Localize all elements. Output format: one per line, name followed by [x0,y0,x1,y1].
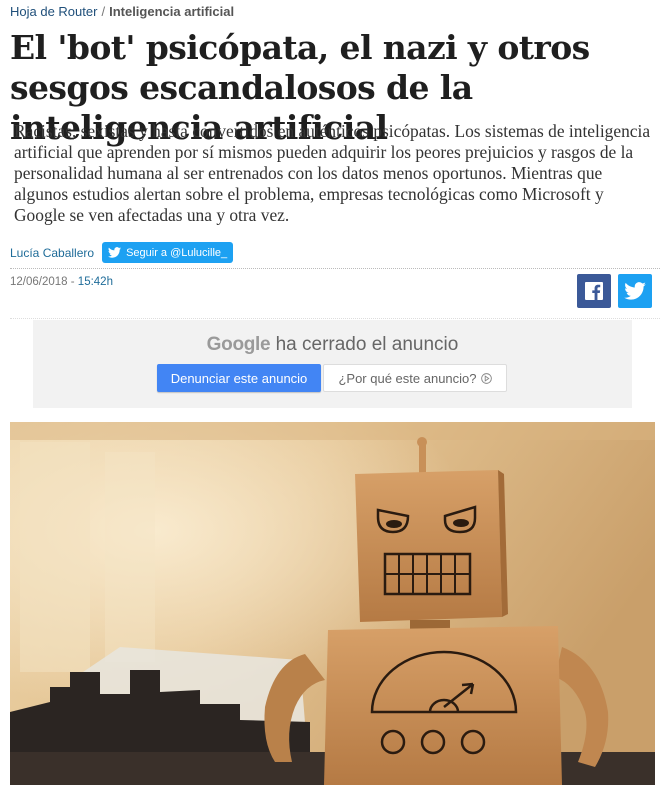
hero-image [10,422,655,785]
ad-closed-message: Google ha cerrado el anuncio [33,334,632,356]
facebook-icon [585,282,603,300]
author-link[interactable]: Lucía Caballero [10,246,94,260]
twitter-share-button[interactable] [618,274,652,308]
ad-info-triangle-icon [480,372,492,384]
breadcrumb-section-link[interactable]: Hoja de Router [10,4,97,19]
publish-date: 12/06/2018 - 15:42h [10,276,113,288]
ad-divider [10,318,660,319]
google-logo: Google [206,334,271,355]
facebook-share-button[interactable] [577,274,611,308]
breadcrumb-separator: / [101,4,106,19]
twitter-icon [624,282,646,300]
meta-divider [10,268,660,269]
time-text: 15:42h [77,276,113,288]
breadcrumb: Hoja de Router / Inteligencia artificial [10,4,234,19]
report-ad-button[interactable]: Denunciar este anuncio [157,364,321,392]
ad-closed-text: ha cerrado el anuncio [275,334,459,355]
date-text: 12/06/2018 - [10,276,75,288]
ad-container: Google ha cerrado el anuncio Denunciar e… [33,320,632,408]
follow-label: Seguir a @Lulucille_ [126,246,228,259]
author-row: Lucía Caballero Seguir a @Lulucille_ [10,242,234,263]
why-this-ad-label: ¿Por qué este anuncio? [338,370,477,386]
twitter-bird-icon [108,247,122,258]
why-this-ad-button[interactable]: ¿Por qué este anuncio? [323,364,507,392]
breadcrumb-current[interactable]: Inteligencia artificial [109,4,234,19]
article-lead: Racistas, sexistas y hasta convertidos e… [14,121,651,225]
twitter-follow-button[interactable]: Seguir a @Lulucille_ [102,242,234,263]
